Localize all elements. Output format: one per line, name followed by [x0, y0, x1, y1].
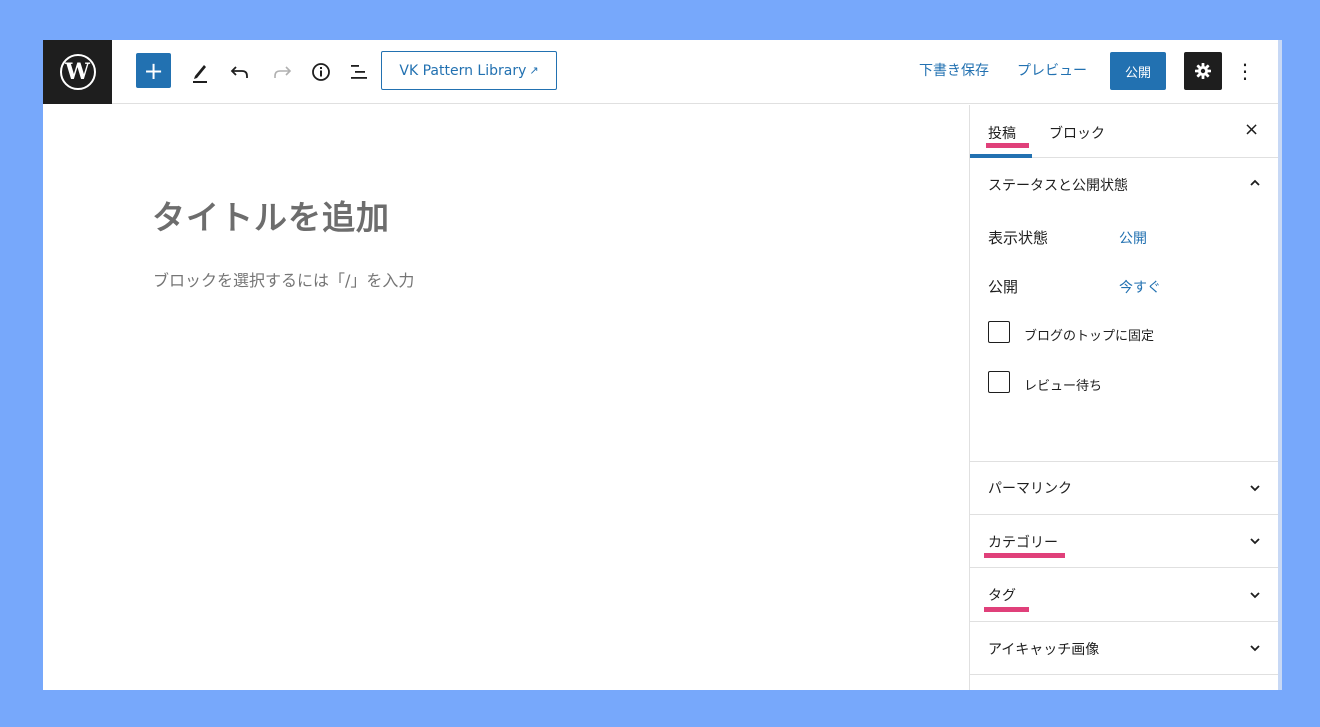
- header-toolbar: W + VK Pattern Library ↗ 下書き保存 プレビュー 公開 …: [43, 40, 1278, 104]
- post-title-input[interactable]: タイトルを追加: [152, 191, 390, 239]
- visibility-label: 表示状態: [988, 229, 1049, 247]
- info-icon: [312, 63, 330, 81]
- editor-canvas[interactable]: タイトルを追加 ブロックを選択するには「/」を入力: [43, 105, 969, 690]
- preview-button[interactable]: プレビュー: [1017, 60, 1087, 80]
- settings-sidebar: 投稿 ブロック × ステータスと公開状態 表示状態 公開 公開 今すぐ ブログの…: [969, 105, 1279, 690]
- wordpress-logo-button[interactable]: W: [43, 40, 112, 104]
- external-link-icon: ↗: [529, 64, 539, 77]
- panel-featured-image-title[interactable]: アイキャッチ画像: [988, 639, 1099, 659]
- panel-divider: [970, 567, 1279, 568]
- highlight-marker: [986, 143, 1029, 148]
- publish-button[interactable]: 公開: [1110, 52, 1166, 90]
- add-block-icon: +: [143, 56, 164, 85]
- highlight-marker: [984, 607, 1029, 612]
- save-draft-button[interactable]: 下書き保存: [919, 60, 989, 80]
- tab-block[interactable]: ブロック: [1049, 123, 1105, 143]
- sidebar-tabs: 投稿 ブロック ×: [970, 105, 1279, 158]
- chevron-up-icon[interactable]: [1250, 178, 1260, 188]
- publish-button-label: 公開: [1124, 65, 1151, 81]
- active-tab-indicator: [970, 154, 1032, 158]
- publish-date-link[interactable]: 今すぐ: [1119, 277, 1161, 297]
- details-button[interactable]: [308, 52, 334, 92]
- redo-icon: [274, 66, 292, 78]
- pending-review-checkbox[interactable]: [988, 371, 1010, 393]
- list-view-icon: [351, 65, 367, 79]
- editor-window: W + VK Pattern Library ↗ 下書き保存 プレビュー 公開 …: [43, 40, 1282, 690]
- settings-button[interactable]: [1184, 52, 1222, 90]
- close-icon[interactable]: ×: [1244, 119, 1259, 140]
- vk-pattern-library-button[interactable]: VK Pattern Library ↗: [381, 51, 557, 90]
- window-edge: [1278, 40, 1282, 690]
- sticky-checkbox[interactable]: [988, 321, 1010, 343]
- panel-divider: [970, 461, 1279, 462]
- visibility-value-link[interactable]: 公開: [1119, 228, 1147, 248]
- highlight-marker: [984, 553, 1065, 558]
- tools-button[interactable]: [187, 52, 213, 92]
- more-vertical-icon: ⋮: [1235, 59, 1255, 83]
- add-block-button[interactable]: +: [136, 53, 171, 88]
- publish-date-label: 公開: [988, 278, 1019, 296]
- panel-tags-title[interactable]: タグ: [988, 585, 1016, 605]
- panel-categories-title[interactable]: カテゴリー: [988, 532, 1058, 552]
- vk-pattern-library-label: VK Pattern Library: [399, 62, 527, 79]
- block-appender[interactable]: ブロックを選択するには「/」を入力: [153, 267, 414, 291]
- chevron-down-icon[interactable]: [1250, 483, 1260, 493]
- sticky-checkbox-label: ブログのトップに固定: [1024, 329, 1155, 344]
- panel-divider: [970, 674, 1279, 675]
- undo-icon: [230, 66, 248, 78]
- chevron-down-icon[interactable]: [1250, 536, 1260, 546]
- panel-status-title[interactable]: ステータスと公開状態: [988, 175, 1128, 195]
- panel-divider: [970, 514, 1279, 515]
- gear-icon: [1195, 63, 1211, 79]
- wordpress-logo-icon: W: [59, 54, 96, 90]
- undo-button[interactable]: [227, 52, 253, 92]
- panel-divider: [970, 621, 1279, 622]
- chevron-down-icon[interactable]: [1250, 643, 1260, 653]
- pencil-icon: [193, 65, 207, 83]
- more-options-button[interactable]: ⋮: [1233, 52, 1257, 90]
- redo-button[interactable]: [269, 52, 295, 92]
- chevron-down-icon[interactable]: [1250, 590, 1260, 600]
- list-view-button[interactable]: [346, 52, 372, 92]
- pending-review-checkbox-label: レビュー待ち: [1024, 379, 1103, 394]
- tab-post[interactable]: 投稿: [988, 123, 1016, 143]
- panel-permalink-title[interactable]: パーマリンク: [988, 478, 1072, 498]
